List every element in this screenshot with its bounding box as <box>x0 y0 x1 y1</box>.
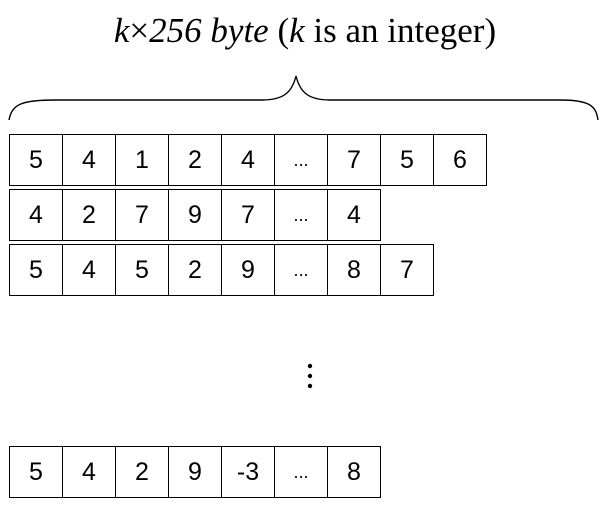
byte-cell: 7 <box>380 244 434 296</box>
byte-cell: 5 <box>9 134 63 186</box>
byte-cell: 2 <box>168 134 222 186</box>
byte-cell: 8 <box>327 446 381 498</box>
byte-cell: 1 <box>115 134 169 186</box>
title-times: × <box>129 11 150 50</box>
byte-row-last: 5 4 2 9 -3 ... 8 <box>9 446 381 498</box>
diagram-title: k×256 byte (k is an integer) <box>0 8 610 54</box>
title-paren-open: ( <box>268 11 290 50</box>
byte-cell: 7 <box>115 189 169 241</box>
title-rest: is an integer) <box>304 11 497 50</box>
title-amount: 256 byte <box>149 11 269 50</box>
byte-cell: 4 <box>62 134 116 186</box>
byte-cell: 7 <box>221 189 275 241</box>
byte-cell: -3 <box>221 446 275 498</box>
byte-cell: 5 <box>9 244 63 296</box>
byte-cell: 9 <box>168 446 222 498</box>
byte-cell: 4 <box>221 134 275 186</box>
byte-cell: 6 <box>433 134 487 186</box>
byte-cell: 2 <box>168 244 222 296</box>
byte-cell: 5 <box>9 446 63 498</box>
byte-cell: 4 <box>327 189 381 241</box>
title-k: k <box>113 11 130 50</box>
byte-cell: 2 <box>115 446 169 498</box>
ellipsis-cell: ... <box>274 446 328 498</box>
byte-cell: 4 <box>9 189 63 241</box>
byte-cell: 9 <box>221 244 275 296</box>
byte-cell: 9 <box>168 189 222 241</box>
byte-cell: 7 <box>327 134 381 186</box>
byte-cell: 8 <box>327 244 381 296</box>
vertical-ellipsis-icon <box>307 363 313 389</box>
byte-cell: 5 <box>115 244 169 296</box>
byte-row-3: 5 4 5 2 9 ... 8 7 <box>9 244 434 296</box>
ellipsis-cell: ... <box>274 189 328 241</box>
ellipsis-cell: ... <box>274 244 328 296</box>
byte-cell: 5 <box>380 134 434 186</box>
ellipsis-cell: ... <box>274 134 328 186</box>
byte-cell: 4 <box>62 244 116 296</box>
title-k-variable: k <box>289 11 305 50</box>
byte-row-1: 5 4 1 2 4 ... 7 5 6 <box>9 134 487 186</box>
byte-cell: 4 <box>62 446 116 498</box>
byte-row-2: 4 2 7 9 7 ... 4 <box>9 189 381 241</box>
curly-brace <box>8 75 599 121</box>
byte-cell: 2 <box>62 189 116 241</box>
